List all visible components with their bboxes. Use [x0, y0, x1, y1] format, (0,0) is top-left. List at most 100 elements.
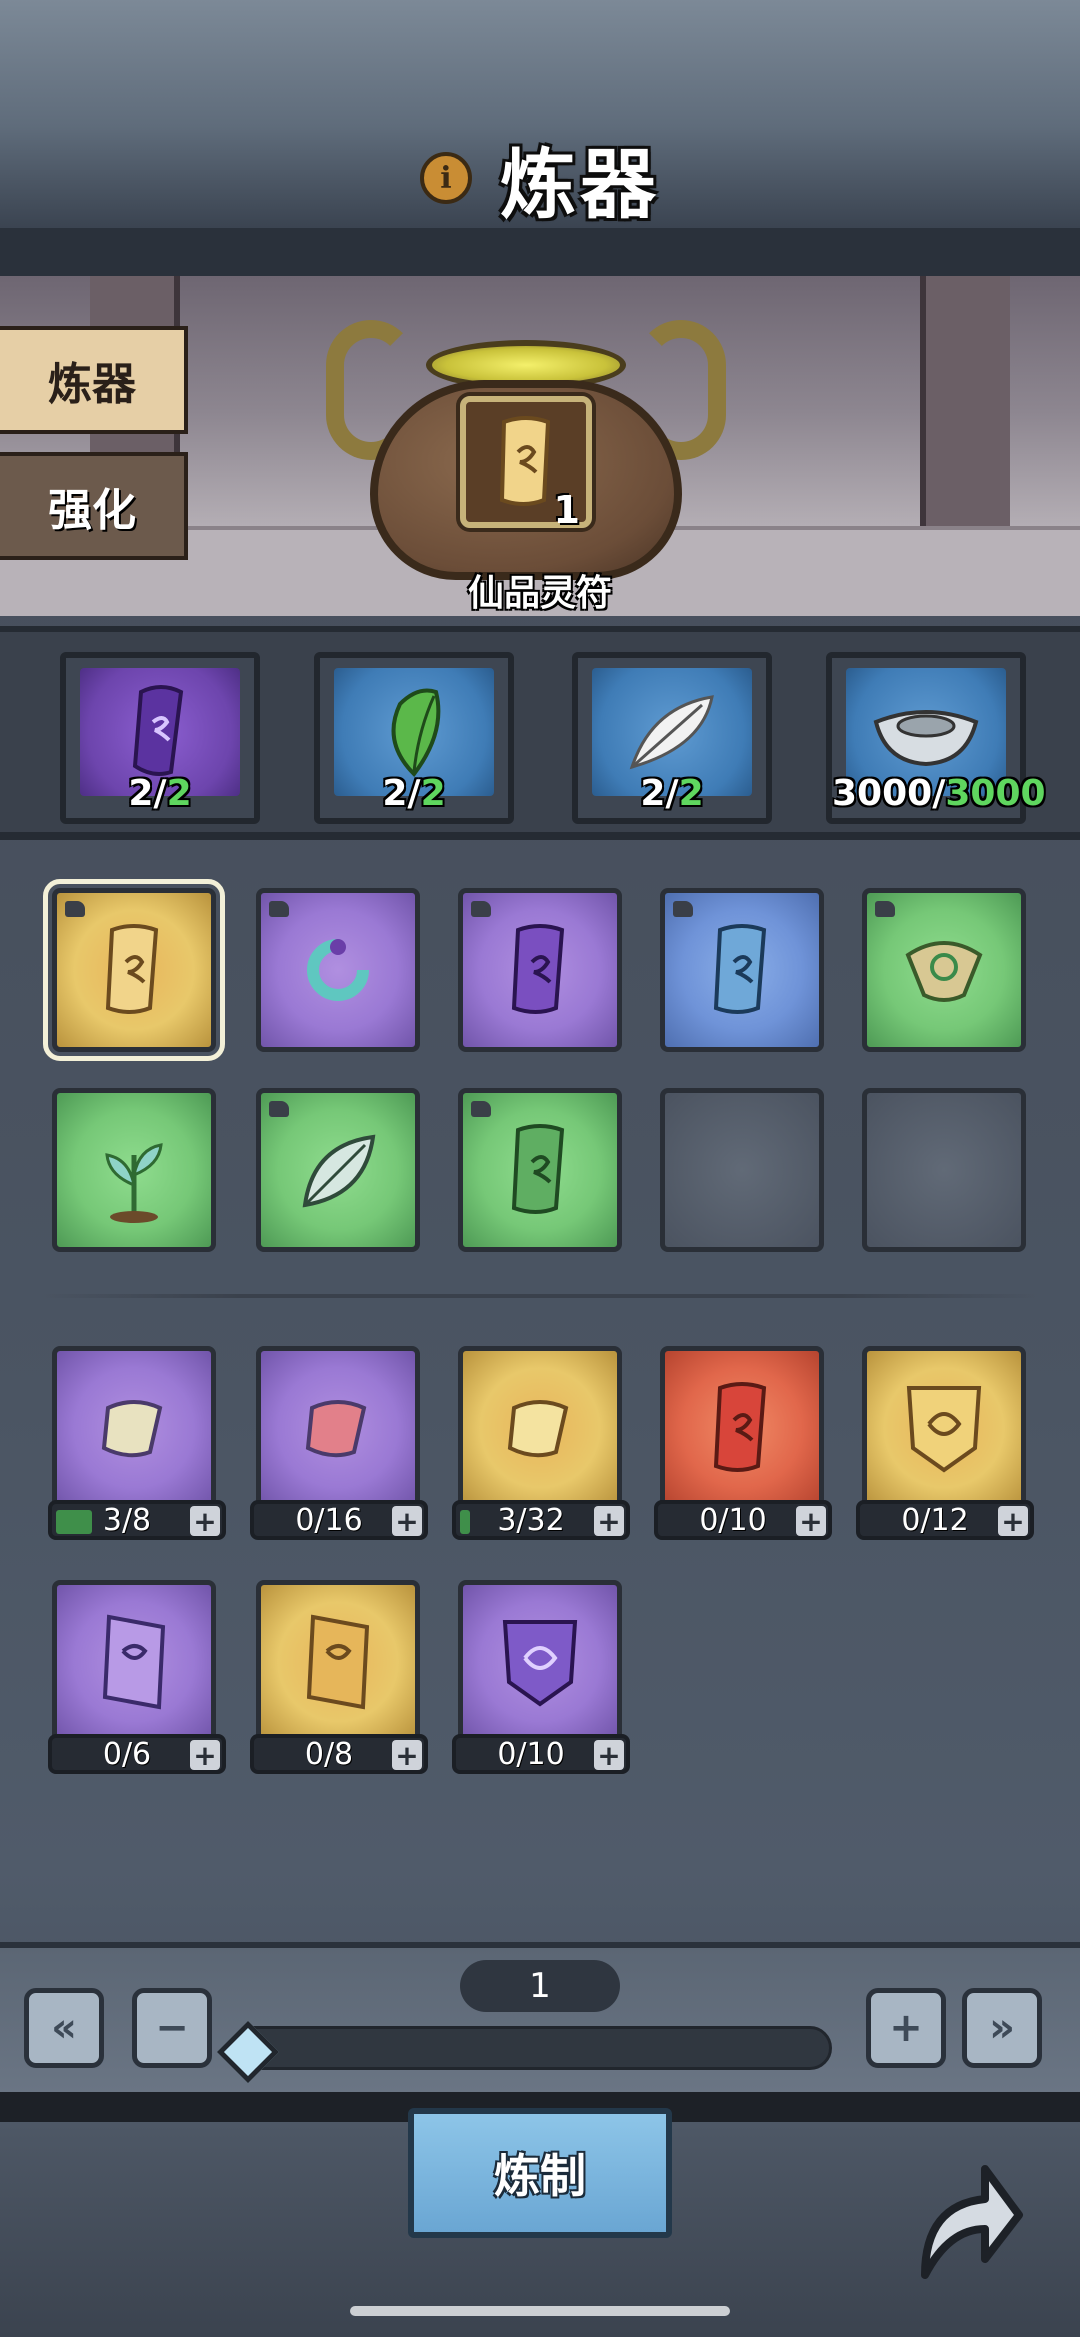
progress-label: 0/8: [304, 1736, 354, 1772]
material-have: 2: [420, 773, 446, 814]
plant-icon: [105, 1143, 163, 1223]
scroll-icon: [101, 1400, 163, 1458]
tag-icon: [875, 901, 895, 917]
charm-icon: [102, 1614, 166, 1710]
material-slot[interactable]: 3000/3000: [826, 652, 1046, 824]
scroll-icon: [105, 924, 159, 1014]
info-icon[interactable]: i: [420, 152, 472, 204]
material-slot[interactable]: 2/2: [60, 652, 260, 824]
material-quantity: 3000/3000: [832, 773, 1046, 814]
tag-icon: [471, 901, 491, 917]
leaf-icon: [302, 1134, 376, 1208]
title-bar: [0, 228, 1080, 276]
section-divider: [40, 1294, 1040, 1298]
scroll-icon: [511, 1124, 565, 1214]
recipe-card[interactable]: [458, 1088, 622, 1252]
inventory-card[interactable]: [660, 1346, 824, 1510]
recipe-card-empty: [660, 1088, 824, 1252]
scroll-icon: [305, 1400, 367, 1458]
talisman-icon: [905, 941, 983, 1002]
inventory-progress: 0/6 +: [48, 1734, 226, 1774]
material-need: 2: [128, 773, 154, 814]
progress-label: 0/10: [699, 1502, 767, 1538]
inventory-card[interactable]: [862, 1346, 1026, 1510]
tag-icon: [65, 901, 85, 917]
progress-label: 0/6: [102, 1736, 152, 1772]
recipe-card[interactable]: [458, 888, 622, 1052]
result-item-slot[interactable]: 1: [460, 396, 592, 532]
tag-icon: [471, 1101, 491, 1117]
shield-icon: [906, 1386, 982, 1473]
progress-label: 3/32: [497, 1502, 565, 1538]
scroll-icon: [713, 1382, 767, 1472]
tab-enhance[interactable]: 强化: [0, 452, 188, 560]
material-need: 2: [382, 773, 408, 814]
inventory-progress: 3/32 +: [452, 1500, 630, 1540]
add-button[interactable]: +: [392, 1505, 422, 1538]
add-button[interactable]: +: [190, 1505, 220, 1538]
add-button[interactable]: +: [594, 1739, 624, 1772]
scroll-icon: [713, 924, 767, 1014]
material-slot[interactable]: 2/2: [572, 652, 772, 824]
add-button[interactable]: +: [190, 1739, 220, 1772]
add-button[interactable]: +: [594, 1505, 624, 1538]
tag-icon: [673, 901, 693, 917]
recipe-card[interactable]: [862, 888, 1026, 1052]
progress-label: 3/8: [102, 1502, 152, 1538]
progress-label: 0/12: [901, 1502, 969, 1538]
inventory-card[interactable]: [458, 1580, 622, 1744]
material-quantity: 2/2: [382, 773, 446, 814]
material-need: 3000: [832, 773, 933, 814]
add-button[interactable]: +: [392, 1739, 422, 1772]
recipe-card[interactable]: [660, 888, 824, 1052]
material-quantity: 2/2: [128, 773, 192, 814]
inventory-progress: 3/8 +: [48, 1500, 226, 1540]
material-have: 2: [678, 773, 704, 814]
charm-icon: [306, 1614, 370, 1710]
inventory-card[interactable]: [52, 1346, 216, 1510]
material-have: 2: [166, 773, 192, 814]
result-item-count: 1: [553, 488, 580, 532]
material-have: 3000: [945, 773, 1046, 814]
min-quantity-button[interactable]: «: [24, 1988, 104, 2068]
inventory-card[interactable]: [52, 1580, 216, 1744]
inventory-progress: 0/8 +: [250, 1734, 428, 1774]
tag-icon: [269, 901, 289, 917]
recipe-card-empty: [862, 1088, 1026, 1252]
header: i 炼器: [0, 128, 1080, 229]
recipe-card-selected[interactable]: [43, 879, 225, 1061]
material-quantity: 2/2: [640, 773, 704, 814]
material-slot[interactable]: 2/2: [314, 652, 514, 824]
decrease-button[interactable]: −: [132, 1988, 212, 2068]
progress-label: 0/10: [497, 1736, 565, 1772]
craft-button[interactable]: 炼制: [408, 2108, 672, 2238]
recipe-card[interactable]: [256, 888, 420, 1052]
result-item-name: 仙品灵符: [467, 572, 612, 614]
materials-bar: 2/2 2/2 2/2 3000/3000: [0, 626, 1080, 840]
inventory-progress: 0/10 +: [654, 1500, 832, 1540]
quantity-display: 1: [460, 1960, 620, 2012]
increase-button[interactable]: +: [866, 1988, 946, 2068]
ring-icon: [307, 939, 369, 1001]
home-indicator[interactable]: [350, 2306, 730, 2316]
recipe-card[interactable]: [256, 1088, 420, 1252]
tag-icon: [269, 1101, 289, 1117]
inventory-card[interactable]: [256, 1580, 420, 1744]
scroll-icon: [511, 924, 565, 1014]
inventory-progress: 0/16 +: [250, 1500, 428, 1540]
page-title: 炼器: [500, 140, 660, 229]
inventory-card[interactable]: [256, 1346, 420, 1510]
recipe-card[interactable]: [52, 1088, 216, 1252]
inventory-card[interactable]: [458, 1346, 622, 1510]
tab-refine[interactable]: 炼器: [0, 326, 188, 434]
add-button[interactable]: +: [796, 1505, 826, 1538]
quantity-slider[interactable]: [232, 2026, 832, 2070]
max-quantity-button[interactable]: »: [962, 1988, 1042, 2068]
inventory-progress: 0/12 +: [856, 1500, 1034, 1540]
scroll-icon: [507, 1400, 569, 1458]
shield-icon: [502, 1620, 578, 1707]
add-button[interactable]: +: [998, 1505, 1028, 1538]
material-need: 2: [640, 773, 666, 814]
progress-label: 0/16: [295, 1502, 363, 1538]
arrow-share-icon[interactable]: [900, 2150, 1030, 2290]
